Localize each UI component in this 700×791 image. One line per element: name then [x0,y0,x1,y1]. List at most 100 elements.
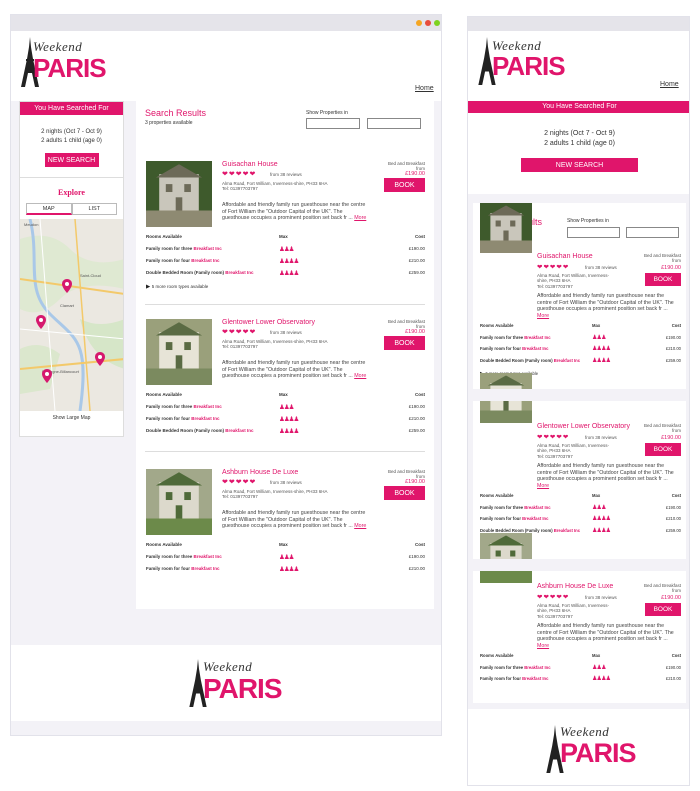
heart-icon: ❤ [242,479,249,486]
property-photo[interactable] [146,319,212,385]
property-photo[interactable] [480,533,532,583]
more-link[interactable]: More [537,643,549,649]
filter-select-1[interactable] [306,118,360,129]
map-pin-icon[interactable] [62,279,72,293]
room-cost: £210.00 [408,416,425,421]
more-link[interactable]: More [354,373,366,379]
rating-hearts: ❤ ❤ ❤ ❤ ❤ [222,170,255,178]
description-text: Affordable and friendly family run guest… [222,360,366,380]
heart-icon: ❤ [543,594,549,601]
home-link[interactable]: Home [415,85,434,92]
room-row[interactable]: Family room for three Breakfast Inc ♟♟♟ £1… [146,402,425,411]
more-room-types[interactable]: ▶ 5 more room types available [146,284,208,290]
cost-header: Cost [671,493,681,498]
footer-logo[interactable]: Weekend PARIS [187,657,282,707]
more-link[interactable]: More [537,483,549,489]
view-toggle: MAP LIST [26,203,117,215]
room-name: Family room for three Breakfast Inc [146,246,222,251]
map-pin-icon[interactable] [36,315,46,329]
room-type: Double Bedded Room (Family room) [480,357,553,363]
footer-logo[interactable]: Weekend PARIS [546,723,637,773]
heart-icon: ❤ [235,479,242,486]
max-header: Max [279,234,288,239]
book-button[interactable]: BOOK [384,336,425,350]
room-type: Family room for four [480,676,521,681]
max-guests-icon: ♟♟♟♟ [592,675,611,682]
new-search-button[interactable]: NEW SEARCH [521,158,638,172]
site-logo[interactable]: Weekend PARIS [19,37,107,87]
room-row[interactable]: Double Bedded Room (Family room) Breakfa… [480,356,681,365]
room-row[interactable]: Family room for four Breakfast Inc ♟♟♟♟ £2… [146,256,425,265]
room-tag: Breakfast Inc [191,566,220,571]
property-description: Affordable and friendly family run guest… [222,202,367,222]
more-link[interactable]: More [354,215,366,221]
room-row[interactable]: Family room for three Breakfast Inc ♟♟♟ £1… [146,552,425,561]
property-address: Alma Road, Fort William, Inverness-shire… [537,603,617,619]
book-button[interactable]: BOOK [384,178,425,192]
room-row[interactable]: Family room for four Breakfast Inc ♟♟♟♟ £2… [480,674,681,683]
room-cost: £259.00 [665,357,681,363]
book-button[interactable]: BOOK [645,603,681,616]
tab-map[interactable]: MAP [26,203,72,215]
room-row[interactable]: Family room for three Breakfast Inc ♟♟♟ £1… [480,333,681,342]
address-text: Alma Road, Fort William, Inverness-shire… [537,273,610,284]
property-photo[interactable] [146,161,212,227]
property-description: Affordable and friendly family run guest… [222,360,367,380]
max-guests-icon: ♟♟♟ [279,403,295,411]
property-name[interactable]: Glentower Lower Observatory [222,319,315,326]
map[interactable]: Meudon Saint-Cloud Clamart Boulogne-Bill… [20,219,123,411]
map-pin-icon[interactable] [42,369,52,383]
room-cost: £190.00 [665,334,681,340]
property-description: Affordable and friendly family run guest… [537,623,677,649]
listing-separator [473,559,686,571]
property-photo[interactable] [480,203,532,253]
filter-select-1[interactable] [567,227,620,238]
results-title: Search Results [145,108,207,118]
room-row[interactable]: Family room for three Breakfast Inc ♟♟♟ £1… [146,244,425,253]
property-name[interactable]: Guisachan House [537,253,593,260]
address-text: Alma Road, Fort William, Inverness-shire… [222,339,328,344]
listing-separator [473,389,686,401]
room-row[interactable]: Double Bedded Room (Family room) Breakfa… [146,268,425,277]
room-row[interactable]: Family room for four Breakfast Inc ♟♟♟♟ £2… [146,564,425,573]
property-name[interactable]: Glentower Lower Observatory [537,423,630,430]
more-link[interactable]: More [354,523,366,529]
property-address: Alma Road, Fort William, Inverness-shire… [222,339,342,350]
property-name[interactable]: Ashburn House De Luxe [222,469,298,476]
room-name: Double Bedded Room (Family room) Breakfa… [146,270,254,275]
new-search-button[interactable]: NEW SEARCH [44,153,99,167]
tab-list[interactable]: LIST [71,203,117,215]
filter-select-2[interactable] [626,227,679,238]
room-row[interactable]: Family room for four Breakfast Inc ♟♟♟♟ £2… [480,514,681,523]
map-pin-icon[interactable] [95,352,105,366]
maximize-dot[interactable] [434,20,440,26]
address-text: Alma Road, Fort William, Inverness-shire… [537,603,610,614]
room-row[interactable]: Family room for four Breakfast Inc ♟♟♟♟ £2… [480,344,681,353]
max-guests-icon: ♟♟♟♟ [592,345,611,352]
room-row[interactable]: Family room for three Breakfast Inc ♟♟♟ £1… [480,663,681,672]
room-tag: Breakfast Inc [553,357,581,363]
room-row[interactable]: Family room for three Breakfast Inc ♟♟♟ £1… [480,503,681,512]
mobile-logo[interactable]: Weekend PARIS [478,37,566,85]
property-photo[interactable] [146,469,212,535]
property-name[interactable]: Guisachan House [222,161,278,168]
property-name[interactable]: Ashburn House De Luxe [537,583,613,590]
room-tag: Breakfast Inc [225,428,254,433]
results-count: 3 properties available [145,120,193,126]
more-link[interactable]: More [537,313,549,319]
book-button[interactable]: BOOK [645,443,681,456]
room-row[interactable]: Family room for four Breakfast Inc ♟♟♟♟ £2… [146,414,425,423]
heart-icon: ❤ [562,594,569,601]
minimize-dot[interactable] [416,20,422,26]
book-button[interactable]: BOOK [384,486,425,500]
rooms-table: Rooms Available Max Cost Family room for th… [146,390,425,435]
property-price: £190.00 [661,265,681,271]
search-nights: 2 nights (Oct 7 - Oct 9) [41,129,102,135]
close-dot[interactable] [425,20,431,26]
home-link[interactable]: Home [660,81,679,88]
room-row[interactable]: Double Bedded Room (Family room) Breakfa… [146,426,425,435]
review-count: from 38 reviews [585,595,617,600]
book-button[interactable]: BOOK [645,273,681,286]
show-large-map-link[interactable]: Show Large Map [20,415,123,421]
filter-select-2[interactable] [367,118,421,129]
